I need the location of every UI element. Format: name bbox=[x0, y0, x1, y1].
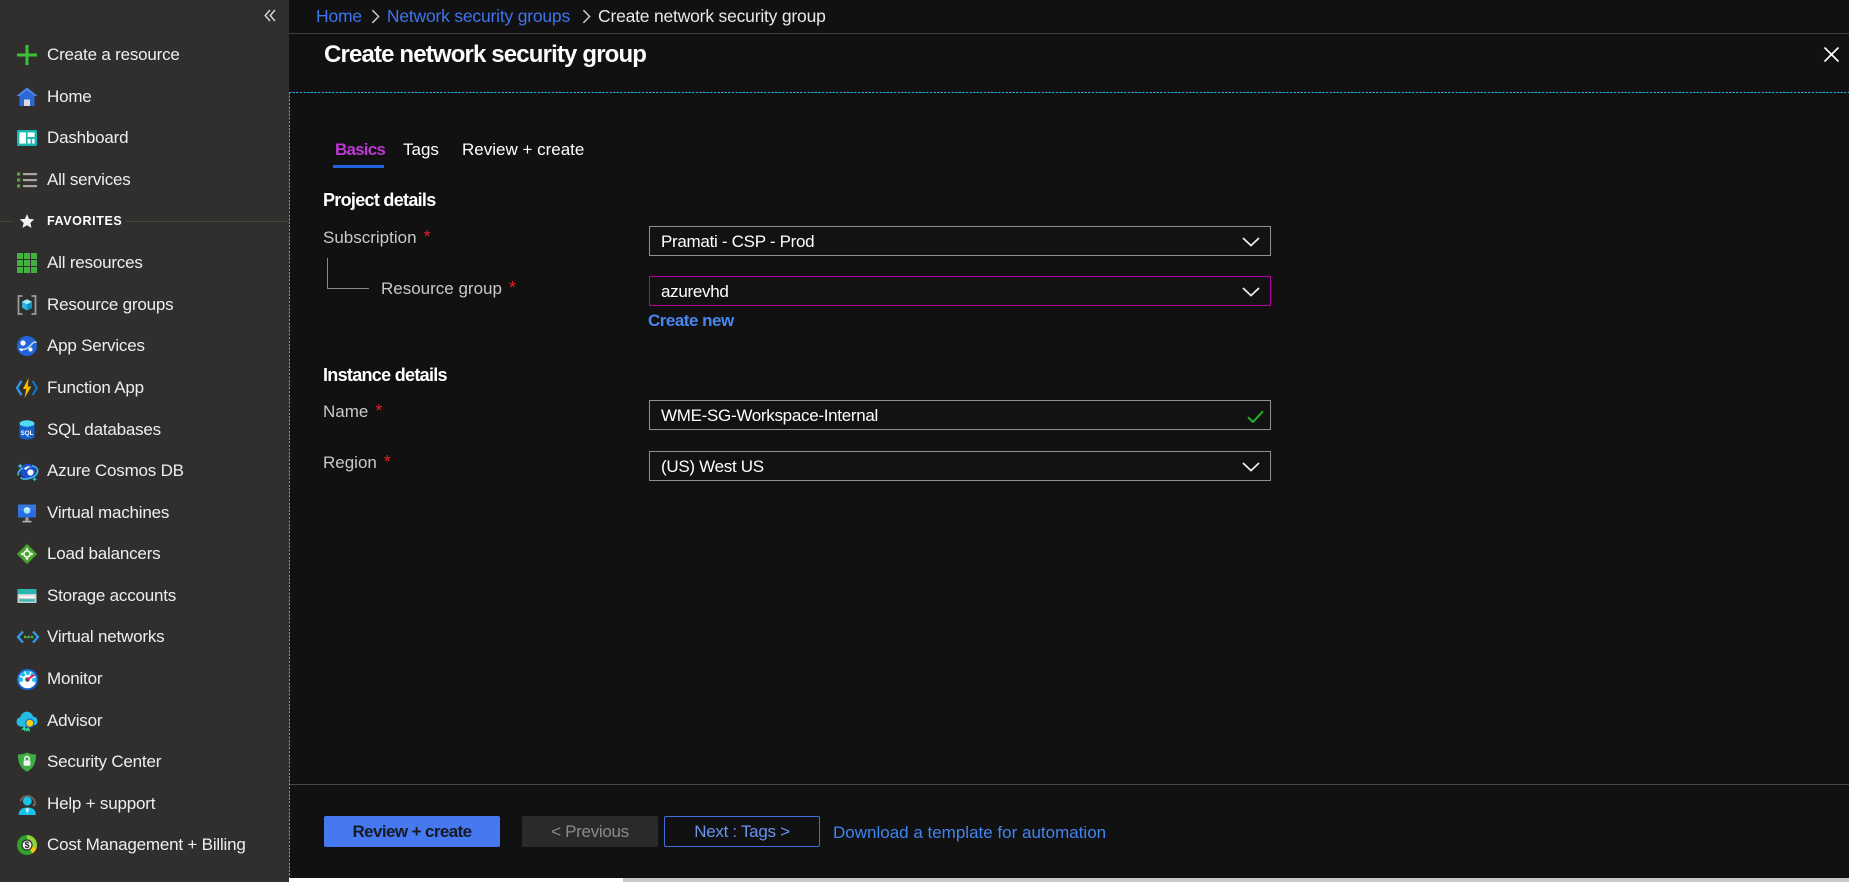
svg-text:SQL: SQL bbox=[21, 430, 34, 437]
svg-text:$: $ bbox=[24, 840, 29, 850]
